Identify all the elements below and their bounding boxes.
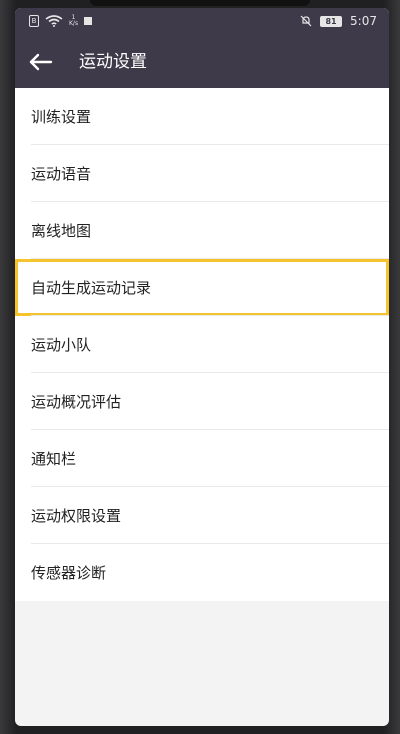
sim-card-icon: B	[29, 15, 39, 27]
notification-square-icon	[84, 17, 93, 25]
status-time: 5:07	[350, 14, 377, 28]
phone-notch	[90, 0, 310, 6]
settings-item-team[interactable]: 运动小队	[15, 316, 389, 373]
battery-icon: 81	[320, 15, 343, 27]
settings-item-overview-assessment[interactable]: 运动概况评估	[15, 373, 389, 430]
network-speed-unit: K/s	[69, 20, 79, 27]
status-left: B 1 K/s	[29, 15, 93, 27]
settings-item-notification-bar[interactable]: 通知栏	[15, 430, 389, 487]
phone-frame: B 1 K/s 81 5:07 运动设置 训练设置 运动语音 离线地图 自动生成…	[0, 0, 400, 734]
settings-item-training[interactable]: 训练设置	[15, 88, 389, 145]
wifi-icon	[45, 15, 63, 27]
settings-item-sensor-diagnosis[interactable]: 传感器诊断	[15, 544, 389, 601]
back-arrow-icon[interactable]	[27, 48, 55, 76]
settings-item-offline-map[interactable]: 离线地图	[15, 202, 389, 259]
page-title: 运动设置	[79, 52, 147, 72]
network-speed: 1 K/s	[69, 15, 78, 27]
bell-muted-icon	[300, 15, 312, 27]
app-bar: 运动设置	[15, 36, 389, 88]
status-right: 81 5:07	[300, 14, 377, 28]
settings-item-auto-record[interactable]: 自动生成运动记录	[15, 259, 389, 316]
settings-list: 训练设置 运动语音 离线地图 自动生成运动记录 运动小队 运动概况评估 通知栏 …	[15, 88, 389, 601]
screen: B 1 K/s 81 5:07 运动设置 训练设置 运动语音 离线地图 自动生成…	[15, 8, 389, 726]
status-bar: B 1 K/s 81 5:07	[15, 8, 389, 36]
settings-item-permissions[interactable]: 运动权限设置	[15, 487, 389, 544]
settings-item-voice[interactable]: 运动语音	[15, 145, 389, 202]
